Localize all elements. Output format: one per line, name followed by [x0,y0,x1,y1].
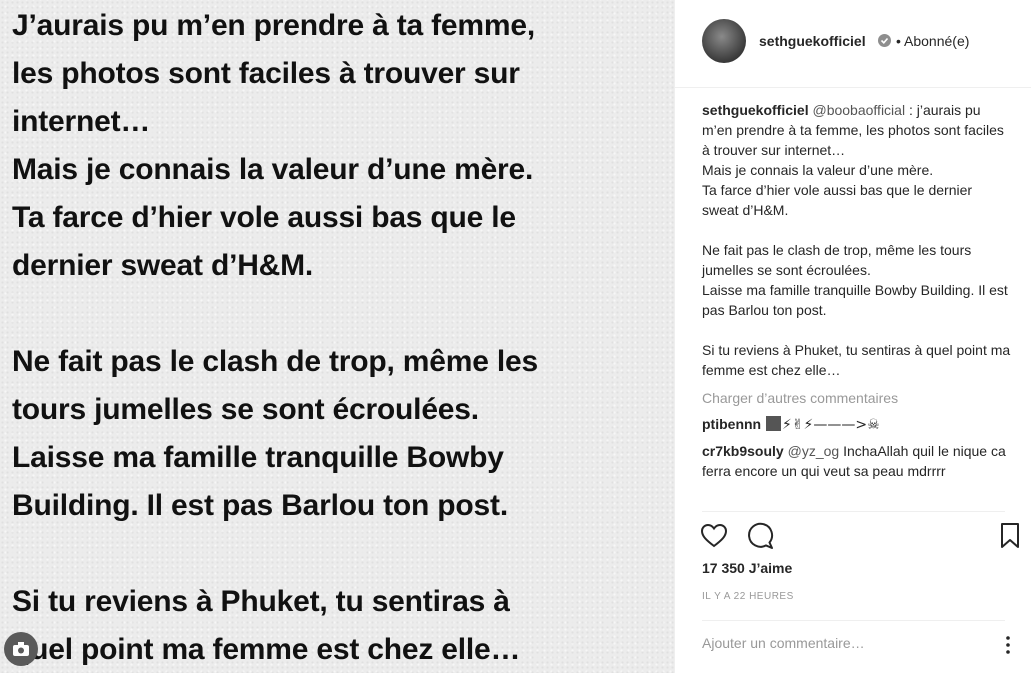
post-text-line: Ne fait pas le clash de trop, même les [12,345,538,378]
post-text-line: Ta farce d’hier vole aussi bas que le [12,201,516,234]
post-text-line: dernier sweat d’H&M. [12,249,314,282]
caption-mention[interactable]: @boobaofficial [812,102,905,118]
post-image: J’aurais pu m’en prendre à ta femme, les… [0,0,674,673]
bookmark-icon[interactable] [1000,522,1028,550]
comment-username[interactable]: cr7kb9souly [702,443,784,459]
comment-icon[interactable] [747,522,775,550]
post-text-line: Si tu reviens à Phuket, tu sentiras à [12,585,510,618]
comment-mention[interactable]: @yz_og [788,443,840,459]
post-text-line: J’aurais pu m’en prendre à ta femme, [12,9,535,42]
avatar[interactable] [702,19,746,63]
post-text-line: Mais je connais la valeur d’une mère. [12,153,534,186]
comment-item: ptibennn ⚡✌⚡———>☠ [702,414,1012,435]
post-text-line: quel point ma femme est chez elle… [12,633,521,666]
post-timestamp[interactable]: IL Y A 22 HEURES [702,591,794,602]
load-more-comments[interactable]: Charger d’autres commentaires [702,388,1012,408]
likes-count[interactable]: 17 350 J’aime [702,560,792,576]
verified-badge-icon [878,34,891,47]
follow-status[interactable]: • Abonné(e) [896,33,969,49]
more-options-icon[interactable] [1005,635,1011,655]
post-text-line: internet… [12,105,151,138]
post-text-line: Building. Il est pas Barlou ton post. [12,489,508,522]
camera-icon[interactable] [4,632,38,666]
post-text-line: tours jumelles se sont écroulées. [12,393,479,426]
comment-username[interactable]: ptibennn [702,416,761,432]
post-text-line: Laisse ma famille tranquille Bowby [12,441,504,474]
caption: sethguekofficiel @boobaofficial : j’aura… [702,100,1012,380]
comment-text: ⚡✌⚡———>☠ [782,417,880,433]
divider [702,511,1005,512]
top-emoji-icon [766,416,781,431]
add-comment-input[interactable]: Ajouter un commentaire… [702,635,865,651]
post-text-line: les photos sont faciles à trouver sur [12,57,520,90]
caption-text: : j’aurais pu m’en prendre à ta femme, l… [702,102,1011,378]
comment-item: cr7kb9souly @yz_og InchaAllah quil le ni… [702,441,1012,481]
post-sidebar: sethguekofficiel • Abonné(e) sethguekoff… [674,0,1031,673]
caption-username[interactable]: sethguekofficiel [702,102,809,118]
divider [702,620,1005,621]
comments-list: sethguekofficiel @boobaofficial : j’aura… [702,100,1012,481]
heart-icon[interactable] [700,522,728,550]
header-username[interactable]: sethguekofficiel [759,33,866,49]
post-header: sethguekofficiel • Abonné(e) [675,0,1031,88]
